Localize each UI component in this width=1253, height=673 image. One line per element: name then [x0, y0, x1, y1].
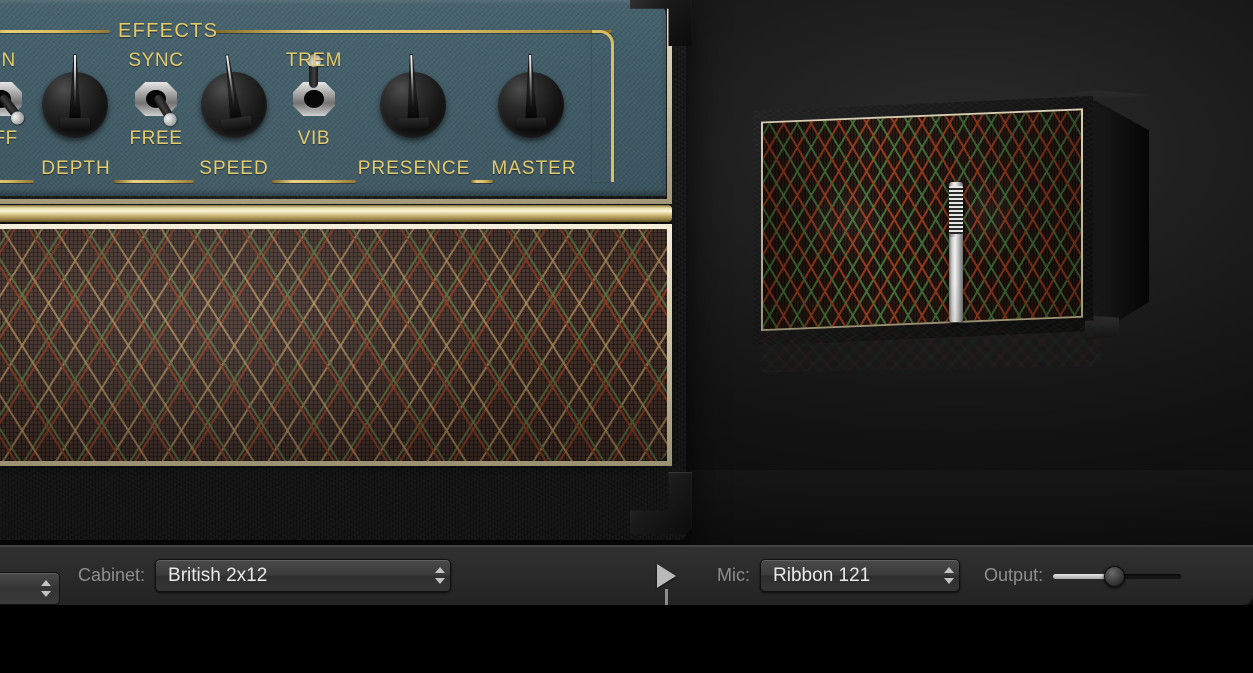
- knob-tick: [74, 55, 76, 107]
- cabinet-side-panel: [1087, 96, 1149, 341]
- output-slider-thumb[interactable]: [1104, 565, 1126, 587]
- cabinet-popup[interactable]: British 2x12: [155, 559, 452, 592]
- play-triangle-icon[interactable]: [657, 564, 676, 588]
- trem-vib-toggle-vib-label: VIB: [297, 128, 331, 149]
- knob-skirt: [516, 117, 547, 130]
- cabinet-grille-cloth: [763, 110, 1081, 330]
- knob-pointer-group: [42, 54, 108, 138]
- ribbon-microphone[interactable]: [947, 182, 965, 322]
- brass-trim-bar: [0, 205, 672, 222]
- chevron-up-icon: [41, 580, 51, 586]
- speaker-cabinet[interactable]: [735, 78, 1205, 378]
- gold-rule-bottom-2: [114, 180, 194, 183]
- gold-corner-right: [592, 30, 614, 182]
- amp-grille-frame: [0, 224, 672, 466]
- effects-toggle-off-label: OFF: [0, 128, 18, 149]
- master-knob-label: MASTER: [491, 158, 577, 179]
- gold-rule-bottom-4: [471, 180, 493, 183]
- amp-model-popup[interactable]: [0, 559, 62, 605]
- gold-rule-left: [0, 30, 110, 33]
- effects-section-title: EFFECTS: [118, 20, 219, 42]
- presence-knob-label: PRESENCE: [357, 158, 471, 179]
- amp-grille-cloth: [0, 229, 667, 461]
- toggle-lever: [308, 54, 321, 88]
- sync-toggle-free-label: FREE: [129, 128, 183, 149]
- mic-band: [949, 234, 963, 237]
- chevron-down-icon: [944, 578, 955, 584]
- chevron-up-icon: [944, 567, 955, 573]
- corner-protector-bottom-right: [630, 472, 692, 534]
- floor-highlight: [690, 470, 1253, 545]
- effects-toggle-on-label: ON: [0, 50, 16, 71]
- knob-skirt: [60, 118, 90, 129]
- speed-knob[interactable]: [201, 72, 267, 138]
- trem-vib-toggle[interactable]: [290, 54, 338, 124]
- depth-knob-label: DEPTH: [41, 158, 111, 179]
- knob-pointer-group: [197, 68, 272, 143]
- amp-scene: EFFECTS ON OFF: [0, 0, 1253, 545]
- gold-rule-bottom-1: [0, 180, 34, 183]
- gold-rule-right: [214, 30, 612, 33]
- cabinet-label: Cabinet:: [78, 565, 146, 585]
- depth-knob[interactable]: [42, 54, 108, 138]
- sync-toggle-sync-label: SYNC: [128, 50, 184, 71]
- output-slider[interactable]: [1053, 563, 1182, 589]
- mic-label: Mic:: [717, 565, 751, 585]
- master-knob[interactable]: [498, 72, 564, 138]
- presence-knob[interactable]: [380, 72, 446, 138]
- knob-pointer-group: [379, 71, 447, 139]
- gold-rule-bottom-3: [272, 180, 356, 183]
- chevron-down-icon: [41, 591, 51, 597]
- window-footer-area: [0, 605, 1253, 673]
- mic-grille-head: [949, 186, 963, 234]
- amp-designer-window: EFFECTS ON OFF: [0, 0, 1253, 673]
- bottom-control-bar: Cabinet: British 2x12 Mic: Ribbon 121 Ou…: [0, 545, 1253, 605]
- toggle-hole: [304, 90, 324, 108]
- cabinet-popup-value: British 2x12: [168, 564, 268, 586]
- mic-popup-value: Ribbon 121: [773, 564, 871, 586]
- amp-model-stepper[interactable]: [34, 572, 56, 605]
- chevron-up-icon: [435, 567, 446, 573]
- chevron-down-icon: [435, 578, 446, 584]
- amp-control-panel: EFFECTS ON OFF: [0, 0, 666, 196]
- effects-toggle[interactable]: [0, 78, 27, 128]
- mic-popup[interactable]: Ribbon 121: [760, 559, 961, 592]
- knob-skirt: [398, 117, 429, 130]
- trem-vib-toggle-trem-label: TREM: [285, 50, 343, 71]
- sync-toggle[interactable]: [132, 78, 180, 129]
- amp-head[interactable]: EFFECTS ON OFF: [0, 0, 692, 540]
- cabinet-stepper[interactable]: [428, 559, 450, 592]
- speed-knob-label: SPEED: [199, 158, 269, 179]
- output-label: Output:: [984, 565, 1044, 585]
- knob-pointer-group: [497, 71, 564, 138]
- mic-stepper[interactable]: [937, 559, 959, 592]
- knob-skirt: [220, 115, 253, 131]
